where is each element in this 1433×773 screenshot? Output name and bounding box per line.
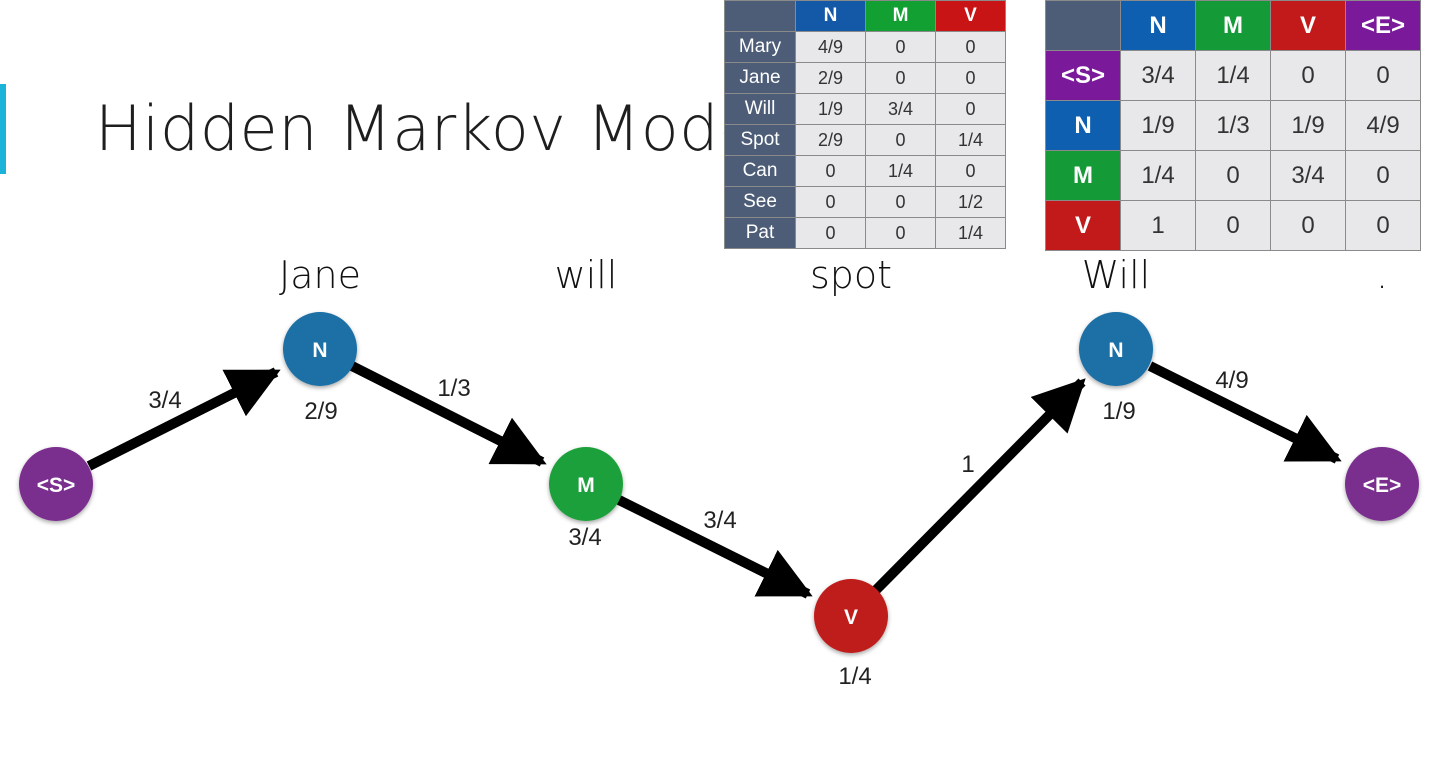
transition-edge-start-n	[86, 367, 281, 471]
sentence-word: .	[1376, 253, 1388, 297]
emission-prob-label: 2/9	[304, 398, 337, 425]
svg-text:<S>: <S>	[37, 474, 76, 497]
noun-node: N	[283, 312, 357, 386]
svg-text:<E>: <E>	[1363, 474, 1402, 497]
sentence-word: spot	[810, 253, 892, 297]
start-node: <S>	[19, 447, 93, 521]
modal-node: M	[549, 447, 623, 521]
transition-prob-label: 1	[961, 451, 974, 478]
svg-text:M: M	[577, 474, 595, 497]
svg-text:N: N	[312, 339, 327, 362]
verb-node: V	[814, 579, 888, 653]
noun-node: N	[1079, 312, 1153, 386]
emission-prob-label: 1/4	[838, 663, 871, 690]
transition-prob-label: 4/9	[1215, 367, 1248, 394]
emission-prob-label: 1/9	[1102, 398, 1135, 425]
svg-text:V: V	[844, 606, 858, 629]
sentence-word: will	[555, 253, 618, 297]
svg-text:N: N	[1108, 339, 1123, 362]
transition-prob-label: 3/4	[703, 507, 736, 534]
end-node: <E>	[1345, 447, 1419, 521]
hmm-path-diagram: Jane will spot Will . 3/4 1/3 3/4 1 4/9 …	[19, 253, 1419, 690]
transition-prob-label: 1/3	[437, 375, 470, 402]
sentence-word: Jane	[279, 253, 361, 297]
transition-edge-v-n	[872, 378, 1086, 594]
transition-prob-label: 3/4	[148, 387, 181, 414]
sentence-word: Will	[1082, 253, 1150, 297]
emission-prob-label: 3/4	[568, 524, 601, 551]
